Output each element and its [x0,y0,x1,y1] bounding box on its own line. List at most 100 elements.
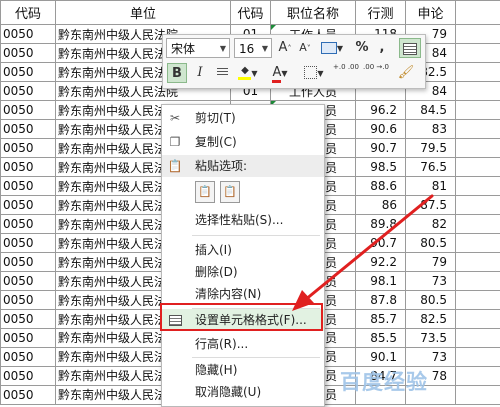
table-cell[interactable] [456,272,500,291]
table-cell[interactable]: 0050 [1,25,56,44]
table-cell[interactable] [456,310,500,329]
table-cell[interactable] [456,234,500,253]
header-cell[interactable] [456,1,500,25]
table-cell[interactable] [456,82,500,101]
menu-item-cut[interactable]: ✂剪切(T) [162,107,324,129]
table-cell[interactable]: 88.6 [356,177,406,196]
increase-decimal-button[interactable]: +.0 .00 [333,63,359,83]
table-cell[interactable]: 0050 [1,63,56,82]
table-cell[interactable] [456,120,500,139]
decrease-decimal-button[interactable]: .00 →.0 [363,63,389,83]
table-cell[interactable]: 76.5 [406,158,456,177]
italic-button[interactable]: I [191,63,209,83]
table-cell[interactable]: 0050 [1,347,56,366]
table-cell[interactable]: 0050 [1,385,56,404]
table-cell[interactable]: 90.1 [356,347,406,366]
table-cell[interactable] [456,329,500,348]
menu-item-delete[interactable]: 删除(D) [162,261,324,283]
table-cell[interactable] [456,347,500,366]
table-cell[interactable]: 83 [406,120,456,139]
table-cell[interactable]: 82 [406,215,456,234]
header-cell[interactable]: 单位 [56,1,231,25]
header-cell[interactable]: 代码 [231,1,271,25]
table-cell[interactable]: 82.5 [406,310,456,329]
table-cell[interactable]: 0050 [1,272,56,291]
table-cell[interactable]: 90.7 [356,139,406,158]
table-cell[interactable] [456,366,500,385]
bold-button[interactable]: B [167,63,187,83]
grow-font-button[interactable]: A˄ [276,38,294,58]
table-cell[interactable]: 0050 [1,82,56,101]
menu-item-unhide[interactable]: 取消隐藏(U) [162,381,324,403]
table-cell[interactable]: 79.5 [406,139,456,158]
table-cell[interactable] [456,44,500,63]
table-cell[interactable]: 73 [406,347,456,366]
table-cell[interactable]: 87.5 [406,196,456,215]
header-cell[interactable]: 行测 [356,1,406,25]
table-cell[interactable]: 96.2 [356,101,406,120]
table-cell[interactable]: 86 [356,196,406,215]
table-cell[interactable]: 0050 [1,310,56,329]
table-cell[interactable] [456,139,500,158]
percent-button[interactable]: % [353,38,371,58]
table-cell[interactable] [456,25,500,44]
table-cell[interactable] [456,63,500,82]
menu-item-paste-special[interactable]: 选择性粘贴(S)... [162,209,324,231]
table-cell[interactable] [456,101,500,120]
table-cell[interactable]: 0050 [1,120,56,139]
table-cell[interactable]: 80.5 [406,234,456,253]
table-cell[interactable]: 0050 [1,177,56,196]
table-cell[interactable]: 0050 [1,215,56,234]
menu-item-insert[interactable]: 插入(I) [162,239,324,261]
table-cell[interactable]: 81 [406,177,456,196]
table-cell[interactable]: 0050 [1,139,56,158]
table-cell[interactable]: 90.6 [356,120,406,139]
table-cell[interactable]: 98.1 [356,272,406,291]
table-cell[interactable]: 98.5 [356,158,406,177]
table-cell[interactable] [456,196,500,215]
fill-color-button[interactable]: ◆▼ [235,63,261,83]
table-cell[interactable]: 90.7 [356,234,406,253]
table-cell[interactable] [456,253,500,272]
table-cell[interactable] [456,215,500,234]
table-cell[interactable]: 84.5 [406,101,456,120]
table-cell[interactable]: 89.8 [356,215,406,234]
table-cell[interactable]: 87.8 [356,291,406,310]
table-cell[interactable]: 0050 [1,158,56,177]
shrink-font-button[interactable]: A˅ [296,38,314,58]
table-cell[interactable] [456,177,500,196]
header-cell[interactable]: 申论 [406,1,456,25]
table-cell[interactable]: 85.5 [356,329,406,348]
table-cell[interactable] [456,291,500,310]
font-color-button[interactable]: A▼ [267,63,293,83]
paste-format-icon[interactable]: 📋 [195,181,215,203]
menu-item-hide[interactable]: 隐藏(H) [162,359,324,381]
table-cell[interactable]: 80.5 [406,291,456,310]
table-cell[interactable]: 79 [406,253,456,272]
font-size-select[interactable]: 16▼ [234,38,272,58]
accounting-format-button[interactable]: ▼ [317,38,347,58]
menu-item-clear-contents[interactable]: 清除内容(N) [162,283,324,305]
table-cell[interactable] [456,158,500,177]
table-cell[interactable]: 92.2 [356,253,406,272]
menu-item-copy[interactable]: ❐复制(C) [162,131,324,153]
table-cell[interactable]: 0050 [1,234,56,253]
table-cell[interactable]: 0050 [1,291,56,310]
menu-item-row-height[interactable]: 行高(R)... [162,333,324,355]
table-cell[interactable]: 0050 [1,101,56,120]
header-cell[interactable]: 代码 [1,1,56,25]
table-cell[interactable]: 73 [406,272,456,291]
table-cell[interactable]: 73.5 [406,329,456,348]
font-name-select[interactable]: 宋体▼ [166,38,230,58]
table-cell[interactable] [456,385,500,404]
borders-button[interactable]: ▼ [301,63,327,83]
format-painter-button[interactable]: 🖌 [395,63,417,83]
paste-icon[interactable]: 📋 [220,181,240,203]
table-cell[interactable]: 85.7 [356,310,406,329]
table-cell[interactable]: 0050 [1,44,56,63]
table-cell[interactable]: 0050 [1,253,56,272]
table-cell[interactable]: 0050 [1,329,56,348]
align-center-button[interactable] [213,63,231,83]
comma-style-button[interactable]: , [375,38,389,58]
header-cell[interactable]: 职位名称 [271,1,356,25]
